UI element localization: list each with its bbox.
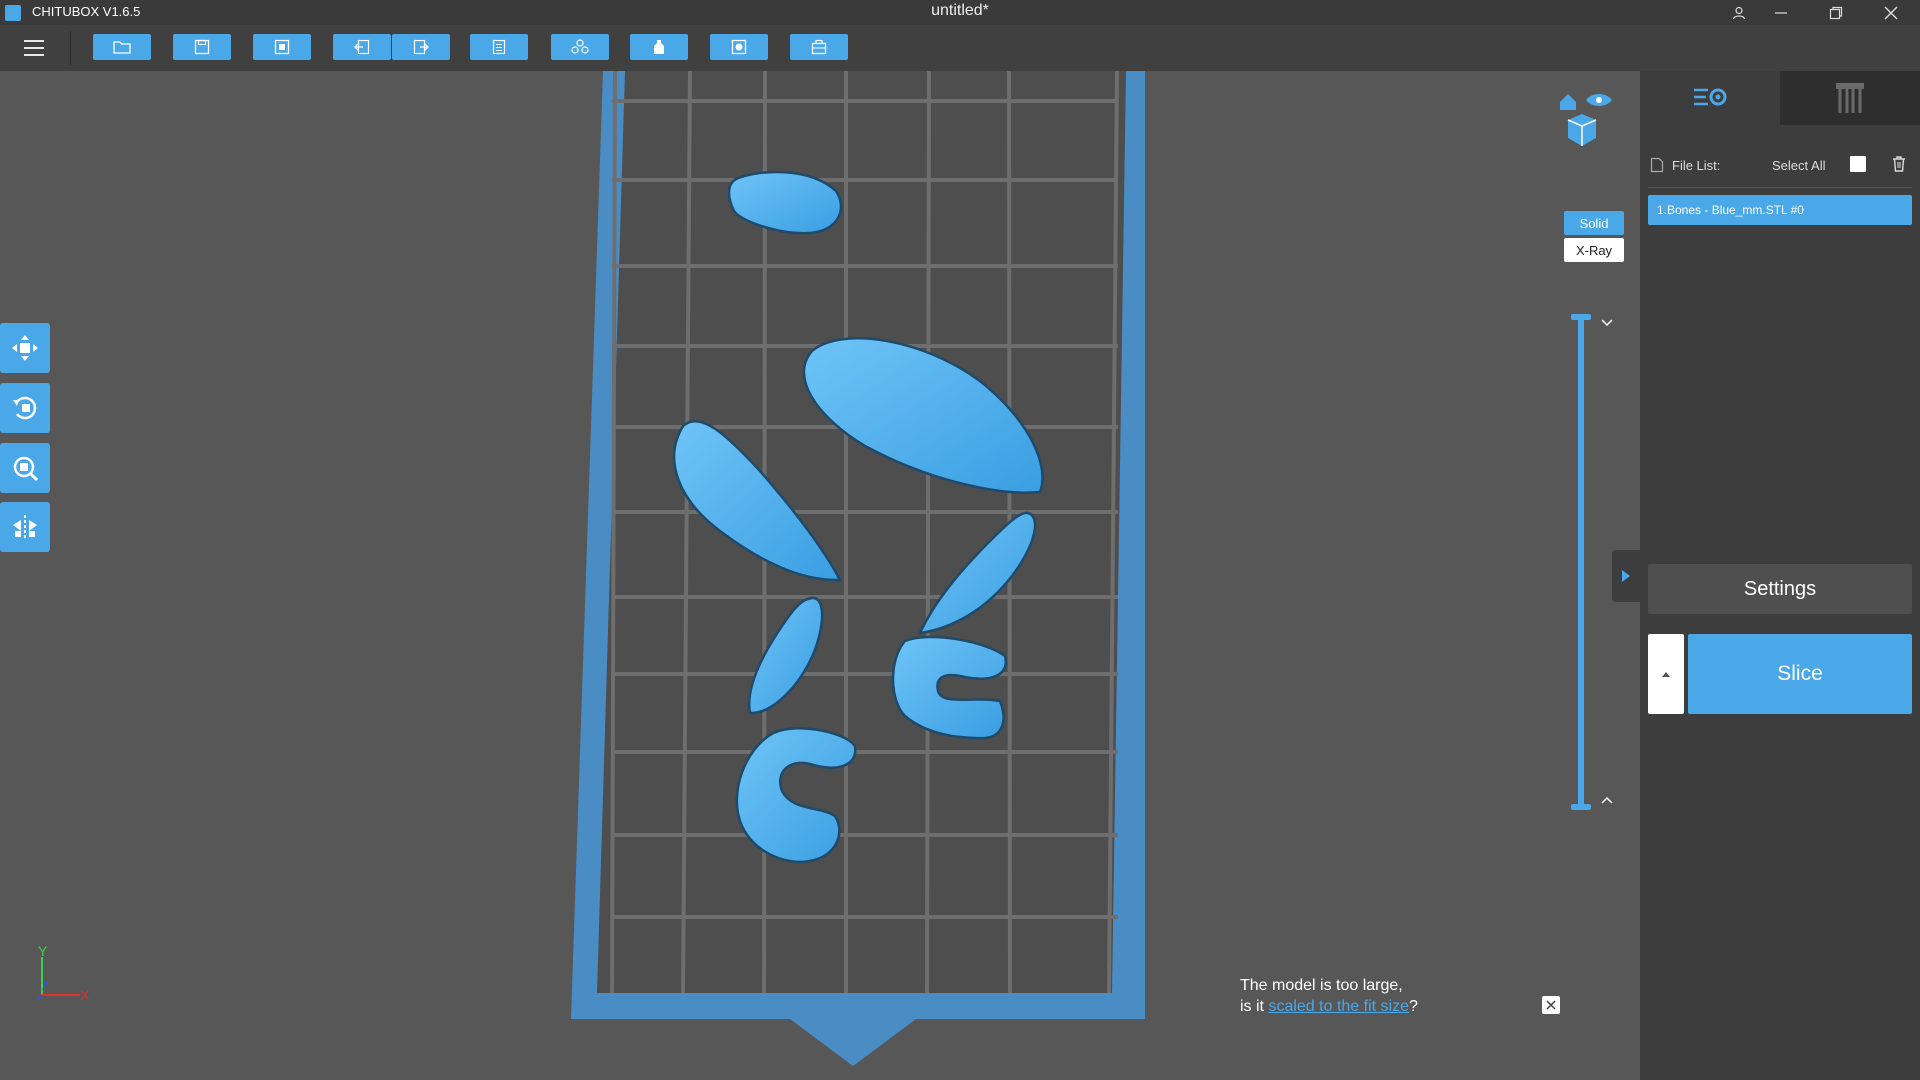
- y-axis-label: Y: [38, 943, 48, 959]
- supports-columns-icon: [1836, 83, 1864, 113]
- close-icon: [1546, 1000, 1556, 1010]
- settings-file-button[interactable]: [470, 34, 528, 60]
- redo-button[interactable]: [392, 34, 450, 60]
- slider-down-button[interactable]: [1600, 316, 1614, 330]
- triangle-up-icon: [1662, 672, 1670, 677]
- build-plate-scene: [571, 71, 1145, 1066]
- right-panel: File List: Select All 1.Bones - Blue_mm.…: [1640, 71, 1920, 1080]
- select-all-checkbox[interactable]: [1850, 156, 1866, 172]
- layer-slider-top-handle[interactable]: [1571, 314, 1591, 320]
- scale-to-fit-link[interactable]: scaled to the fit size: [1268, 998, 1409, 1015]
- menu-icon: [24, 40, 44, 42]
- minimize-icon: [1775, 11, 1787, 14]
- scale-notice: The model is too large, is it scaled to …: [1240, 975, 1418, 1017]
- document-title: untitled*: [931, 2, 989, 19]
- view-cube-icon: [1560, 94, 1612, 146]
- notice-text-line1: The model is too large,: [1240, 977, 1403, 994]
- select-all-label: Select All: [1772, 158, 1826, 173]
- move-tool-button[interactable]: [0, 323, 50, 373]
- close-icon: [1884, 6, 1898, 19]
- chevron-down-icon: [1601, 319, 1613, 327]
- restore-button[interactable]: [1811, 0, 1861, 25]
- notice-close-button[interactable]: [1542, 996, 1560, 1014]
- plate-front-marker: [790, 1019, 916, 1066]
- auto-layout-button[interactable]: [253, 34, 311, 60]
- delete-file-button[interactable]: [1890, 155, 1908, 173]
- scale-icon: [13, 456, 39, 482]
- rotate-icon: [13, 396, 37, 420]
- hole-icon: [731, 39, 747, 55]
- title-bar: CHITUBOX V1.6.5 untitled*: [0, 0, 1920, 25]
- layer-slider-track[interactable]: [1578, 315, 1584, 807]
- supports-button[interactable]: [551, 34, 609, 60]
- settings-list-icon: [1694, 88, 1727, 106]
- undo-icon: [354, 39, 370, 55]
- file-list-header: File List: Select All: [1650, 155, 1910, 179]
- slider-up-button[interactable]: [1600, 793, 1614, 807]
- folder-icon: [113, 41, 131, 54]
- hamburger-menu-button[interactable]: [18, 35, 50, 61]
- main-toolbar: [0, 25, 1920, 72]
- scale-tool-button[interactable]: [0, 443, 50, 493]
- settings-button[interactable]: Settings: [1648, 564, 1912, 614]
- user-icon: [1732, 6, 1746, 19]
- xray-mode-button[interactable]: X-Ray: [1564, 238, 1624, 262]
- z-axis-label: Z: [42, 981, 49, 993]
- drill-hole-button[interactable]: [710, 34, 768, 60]
- notice-suffix: ?: [1408, 998, 1418, 1015]
- tab-supports[interactable]: [1780, 71, 1920, 125]
- rotate-tool-button[interactable]: [0, 383, 50, 433]
- axis-indicator: Y X Z: [32, 943, 102, 1003]
- redo-icon: [413, 39, 429, 55]
- move-icon: [12, 335, 38, 361]
- view-cube-button[interactable]: [1556, 88, 1614, 154]
- list-icon: [492, 39, 506, 55]
- 3d-viewport[interactable]: Solid X-Ray Y X Z The model is too large…: [0, 71, 1640, 1080]
- tab-settings[interactable]: [1640, 71, 1780, 125]
- bottle-icon: [654, 40, 664, 54]
- panel-collapse-button[interactable]: [1612, 550, 1640, 602]
- slice-options-button[interactable]: [1648, 634, 1684, 714]
- solid-mode-button[interactable]: Solid: [1564, 211, 1624, 235]
- file-list-divider: [1648, 187, 1912, 188]
- layout-icon: [274, 39, 290, 55]
- supports-icon: [571, 39, 589, 54]
- close-button[interactable]: [1866, 0, 1916, 25]
- chevron-up-icon: [1601, 796, 1613, 804]
- minimize-button[interactable]: [1756, 0, 1806, 25]
- slice-button[interactable]: Slice: [1688, 634, 1912, 714]
- trash-icon: [1893, 156, 1905, 172]
- triangle-right-icon: [1622, 570, 1630, 582]
- restore-icon: [1829, 6, 1843, 19]
- save-file-button[interactable]: [173, 34, 231, 60]
- file-icon: [1650, 157, 1664, 173]
- notice-prefix: is it: [1240, 998, 1269, 1015]
- box-icon: [811, 39, 827, 55]
- layer-slider-bottom-handle[interactable]: [1571, 804, 1591, 810]
- add-button[interactable]: [790, 34, 848, 60]
- file-list-item[interactable]: 1.Bones - Blue_mm.STL #0: [1648, 195, 1912, 225]
- hollow-button[interactable]: [630, 34, 688, 60]
- save-icon: [194, 39, 210, 55]
- build-plate: [597, 71, 1126, 993]
- file-list-label: File List:: [1672, 158, 1721, 173]
- mirror-tool-button[interactable]: [0, 502, 50, 552]
- open-file-button[interactable]: [93, 34, 151, 60]
- notice-text-line2: is it scaled to the fit size?: [1240, 996, 1418, 1017]
- x-axis-label: X: [80, 987, 90, 1003]
- undo-button[interactable]: [333, 34, 391, 60]
- mirror-icon: [13, 515, 37, 539]
- toolbar-divider: [70, 31, 71, 65]
